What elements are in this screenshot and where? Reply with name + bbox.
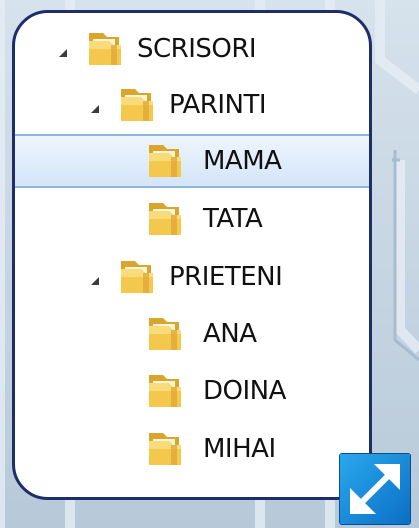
- tree-item-ana[interactable]: ANA: [15, 306, 369, 362]
- folder-icon: [149, 145, 181, 177]
- selection-highlight: [15, 134, 369, 188]
- folder-icon: [149, 318, 181, 350]
- folder-icon: [149, 375, 181, 407]
- expanded-arrow-icon[interactable]: [59, 49, 67, 57]
- tree-item-label: PRIETENI: [169, 262, 283, 292]
- folder-icon: [149, 203, 181, 235]
- tree-item-mihai[interactable]: MIHAI: [15, 421, 369, 477]
- tree-item-label: ANA: [203, 319, 257, 349]
- folder-tree: SCRISORI PARINTI MAMA TATA PRIETENI ANA …: [15, 13, 369, 497]
- tree-item-label: TATA: [203, 204, 263, 234]
- tree-item-doina[interactable]: DOINA: [15, 363, 369, 419]
- folder-icon: [89, 33, 121, 65]
- tree-item-label: PARINTI: [169, 90, 267, 120]
- folder-tree-panel: SCRISORI PARINTI MAMA TATA PRIETENI ANA …: [12, 10, 372, 500]
- fullscreen-expand-button[interactable]: [340, 454, 410, 524]
- tree-item-label: MAMA: [203, 146, 282, 176]
- fullscreen-expand-icon: [350, 464, 400, 514]
- tree-item-parinti[interactable]: PARINTI: [15, 77, 369, 133]
- tree-item-mama[interactable]: MAMA: [15, 133, 369, 189]
- tree-item-label: MIHAI: [203, 434, 276, 464]
- tree-item-prieteni[interactable]: PRIETENI: [15, 249, 369, 305]
- folder-icon: [121, 89, 153, 121]
- folder-icon: [121, 261, 153, 293]
- tree-item-label: SCRISORI: [137, 34, 257, 64]
- folder-icon: [149, 433, 181, 465]
- expanded-arrow-icon[interactable]: [91, 277, 99, 285]
- expanded-arrow-icon[interactable]: [91, 105, 99, 113]
- tree-item-label: DOINA: [203, 376, 286, 406]
- tree-item-scrisori[interactable]: SCRISORI: [15, 21, 369, 77]
- tree-item-tata[interactable]: TATA: [15, 191, 369, 247]
